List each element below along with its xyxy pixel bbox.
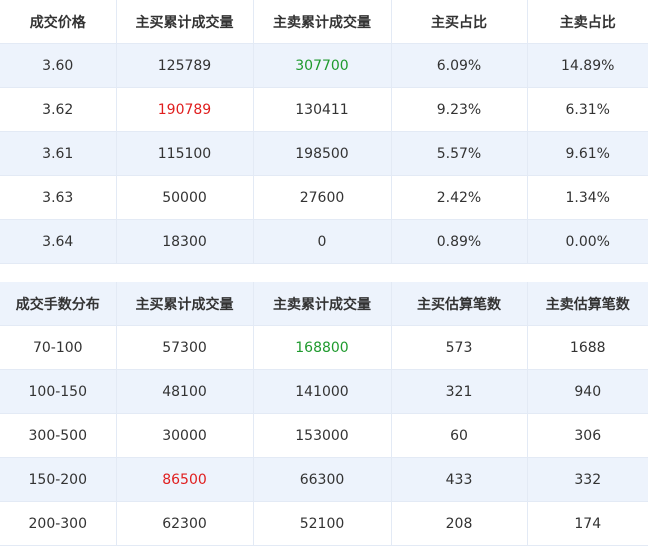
table-row: 3.60 125789 307700 6.09% 14.89% <box>0 43 648 88</box>
cell-sell-volume: 168800 <box>253 325 392 370</box>
table-row: 150-200 86500 66300 433 332 <box>0 457 648 502</box>
cell-lot-range: 100-150 <box>0 369 117 414</box>
cell-price: 3.61 <box>0 131 117 176</box>
cell-sell-ratio: 6.31% <box>527 87 648 132</box>
cell-buy-ratio: 2.42% <box>391 175 528 220</box>
header-buy-volume[interactable]: 主买累计成交量 <box>116 282 254 326</box>
header-sell-count[interactable]: 主卖估算笔数 <box>527 282 648 326</box>
cell-buy-volume: 86500 <box>116 457 254 502</box>
cell-price: 3.63 <box>0 175 117 220</box>
cell-sell-volume: 153000 <box>253 413 392 458</box>
cell-buy-volume: 115100 <box>116 131 254 176</box>
cell-buy-count: 433 <box>391 457 528 502</box>
cell-buy-count: 573 <box>391 325 528 370</box>
cell-price: 3.60 <box>0 43 117 88</box>
cell-buy-volume: 50000 <box>116 175 254 220</box>
table-row: 100-150 48100 141000 321 940 <box>0 369 648 414</box>
cell-sell-count: 306 <box>527 413 648 458</box>
header-sell-volume[interactable]: 主卖累计成交量 <box>253 0 392 44</box>
header-sell-ratio[interactable]: 主卖占比 <box>527 0 648 44</box>
cell-sell-volume: 198500 <box>253 131 392 176</box>
price-distribution-table: 成交价格 主买累计成交量 主卖累计成交量 主买占比 主卖占比 3.60 1257… <box>0 0 648 264</box>
cell-buy-count: 60 <box>391 413 528 458</box>
header-sell-volume[interactable]: 主卖累计成交量 <box>253 282 392 326</box>
table-row: 3.62 190789 130411 9.23% 6.31% <box>0 87 648 132</box>
table-row: 3.63 50000 27600 2.42% 1.34% <box>0 175 648 220</box>
cell-lot-range: 70-100 <box>0 325 117 370</box>
cell-buy-volume: 48100 <box>116 369 254 414</box>
cell-buy-count: 321 <box>391 369 528 414</box>
table-row: 3.61 115100 198500 5.57% 9.61% <box>0 131 648 176</box>
cell-buy-ratio: 0.89% <box>391 219 528 264</box>
cell-sell-volume: 141000 <box>253 369 392 414</box>
cell-lot-range: 300-500 <box>0 413 117 458</box>
cell-sell-volume: 66300 <box>253 457 392 502</box>
cell-buy-ratio: 5.57% <box>391 131 528 176</box>
cell-sell-volume: 307700 <box>253 43 392 88</box>
table-header-row: 成交价格 主买累计成交量 主卖累计成交量 主买占比 主卖占比 <box>0 0 648 44</box>
cell-sell-ratio: 1.34% <box>527 175 648 220</box>
table-row: 300-500 30000 153000 60 306 <box>0 413 648 458</box>
cell-buy-volume: 125789 <box>116 43 254 88</box>
cell-sell-ratio: 0.00% <box>527 219 648 264</box>
cell-sell-count: 1688 <box>527 325 648 370</box>
cell-sell-count: 332 <box>527 457 648 502</box>
cell-sell-volume: 130411 <box>253 87 392 132</box>
cell-buy-volume: 18300 <box>116 219 254 264</box>
cell-buy-ratio: 9.23% <box>391 87 528 132</box>
table-row: 3.64 18300 0 0.89% 0.00% <box>0 219 648 264</box>
header-buy-count[interactable]: 主买估算笔数 <box>391 282 528 326</box>
header-buy-volume[interactable]: 主买累计成交量 <box>116 0 254 44</box>
lot-size-distribution-table: 成交手数分布 主买累计成交量 主卖累计成交量 主买估算笔数 主卖估算笔数 70-… <box>0 282 648 546</box>
cell-sell-ratio: 9.61% <box>527 131 648 176</box>
cell-sell-volume: 27600 <box>253 175 392 220</box>
table-row: 70-100 57300 168800 573 1688 <box>0 325 648 370</box>
cell-price: 3.62 <box>0 87 117 132</box>
cell-sell-volume: 0 <box>253 219 392 264</box>
header-price[interactable]: 成交价格 <box>0 0 117 44</box>
cell-sell-count: 940 <box>527 369 648 414</box>
cell-buy-volume: 30000 <box>116 413 254 458</box>
cell-buy-volume: 57300 <box>116 325 254 370</box>
cell-lot-range: 150-200 <box>0 457 117 502</box>
cell-sell-ratio: 14.89% <box>527 43 648 88</box>
cell-buy-volume: 190789 <box>116 87 254 132</box>
cell-price: 3.64 <box>0 219 117 264</box>
header-lot-range[interactable]: 成交手数分布 <box>0 282 117 326</box>
cell-buy-ratio: 6.09% <box>391 43 528 88</box>
table-header-row: 成交手数分布 主买累计成交量 主卖累计成交量 主买估算笔数 主卖估算笔数 <box>0 282 648 326</box>
header-buy-ratio[interactable]: 主买占比 <box>391 0 528 44</box>
